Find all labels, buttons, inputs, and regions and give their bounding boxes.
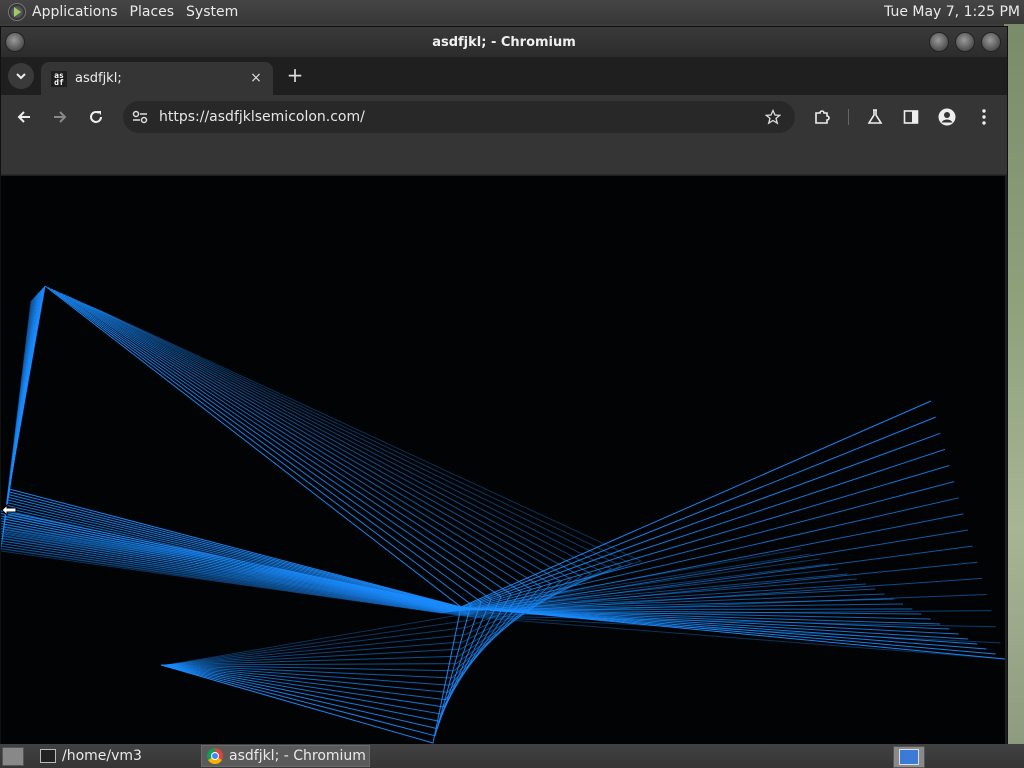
tab-search-button[interactable] [8, 63, 34, 89]
art-line [1, 448, 946, 610]
art-line [63, 293, 522, 701]
art-line [50, 288, 482, 730]
top-panel: Applications Places System Tue May 7, 1:… [0, 0, 1024, 24]
art-line [1, 432, 941, 609]
toolbar-divider [848, 109, 849, 125]
art-line [1, 299, 820, 614]
show-desktop-button[interactable] [2, 747, 24, 766]
side-panel-icon [903, 110, 919, 124]
browser-toolbar: https://asdfjklsemicolon.com/ [1, 95, 1007, 139]
top-menu: Applications Places System [26, 4, 244, 20]
taskbar-item-label: asdfjkl; - Chromium [229, 748, 366, 764]
page-content-canvas[interactable] [1, 176, 1005, 744]
tab-title: asdfjkl; [75, 71, 122, 86]
resize-cursor-icon [1, 503, 17, 517]
site-favicon-icon: as df [51, 70, 67, 87]
taskbar-item-chromium[interactable]: asdfjkl; - Chromium [201, 745, 370, 767]
art-line [2, 297, 848, 613]
window-titlebar[interactable]: asdfjkl; - Chromium [1, 27, 1007, 57]
art-line [66, 295, 532, 693]
back-arrow-icon [17, 111, 30, 123]
site-settings-icon[interactable] [132, 110, 148, 124]
forward-arrow-icon [54, 111, 67, 123]
bookmark-bar [1, 139, 1007, 175]
chromium-icon [207, 748, 223, 764]
minimize-button[interactable] [929, 32, 949, 52]
taskbar-item-terminal[interactable]: /home/vm3 [36, 745, 200, 767]
maximize-button[interactable] [955, 32, 975, 52]
extensions-button[interactable] [809, 104, 835, 130]
menu-button[interactable] [971, 104, 997, 130]
profile-button[interactable] [934, 104, 960, 130]
tab-active[interactable]: as df asdfjkl; × [41, 62, 273, 95]
places-menu[interactable]: Places [124, 4, 181, 20]
terminal-icon [40, 749, 56, 763]
workspace-1[interactable] [899, 749, 919, 765]
flask-icon [867, 109, 883, 124]
address-bar[interactable]: https://asdfjklsemicolon.com/ [123, 101, 795, 133]
clock[interactable]: Tue May 7, 1:25 PM [884, 0, 1020, 24]
line-art-graphic [1, 285, 1005, 744]
applications-menu[interactable]: Applications [26, 4, 124, 20]
window-menu-button[interactable] [5, 32, 25, 52]
bookmark-star-icon[interactable] [765, 109, 781, 125]
url-text: https://asdfjklsemicolon.com/ [159, 109, 365, 125]
kebab-menu-icon [982, 109, 986, 125]
art-line [72, 298, 552, 679]
back-button[interactable] [11, 104, 37, 130]
puzzle-piece-icon [815, 110, 830, 124]
system-menu[interactable]: System [180, 4, 244, 20]
forward-button[interactable] [47, 104, 73, 130]
taskbar-item-label: /home/vm3 [62, 748, 142, 764]
window-title: asdfjkl; - Chromium [432, 34, 576, 50]
side-panel-button[interactable] [898, 104, 924, 130]
browser-window: asdfjkl; - Chromium as df asdfjkl; × + h… [0, 26, 1008, 746]
profile-avatar-icon [938, 108, 956, 126]
close-tab-icon[interactable]: × [247, 69, 265, 87]
close-window-button[interactable] [981, 32, 1001, 52]
chevron-down-icon [16, 73, 26, 80]
distro-logo-icon[interactable] [8, 3, 26, 21]
new-tab-button[interactable]: + [284, 65, 306, 87]
art-line [1, 400, 932, 608]
art-line [69, 296, 542, 686]
reload-icon [90, 111, 102, 123]
art-line [4, 292, 913, 611]
bottom-panel: /home/vm3 asdfjkl; - Chromium [0, 744, 1024, 768]
labs-button[interactable] [862, 104, 888, 130]
workspace-switcher[interactable] [893, 746, 925, 768]
reload-button[interactable] [83, 104, 109, 130]
tab-strip: as df asdfjkl; × + [1, 57, 1007, 95]
